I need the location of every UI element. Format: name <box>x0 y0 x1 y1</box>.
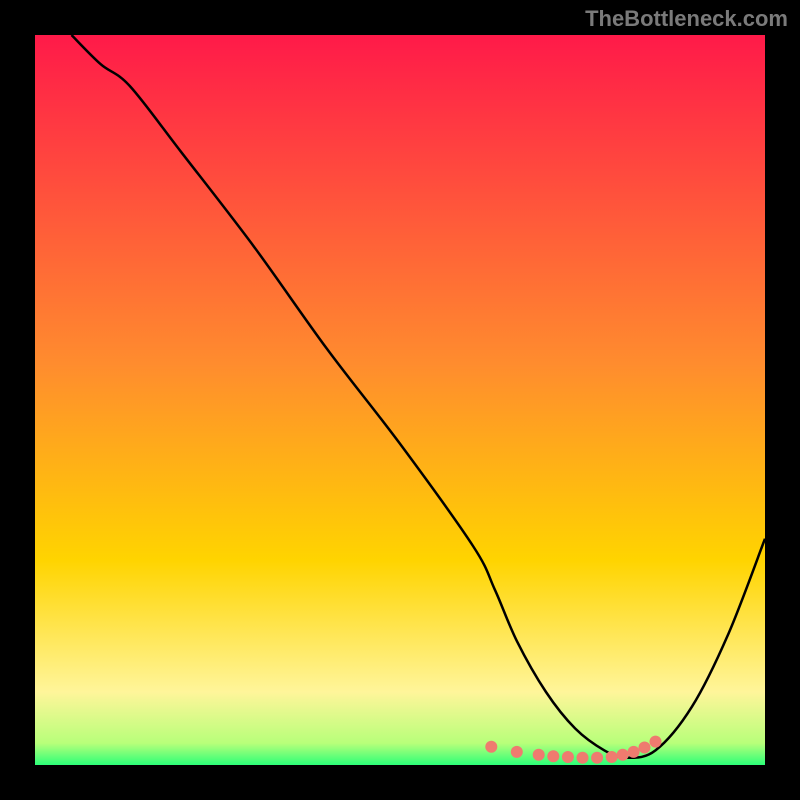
min-dot <box>547 750 559 762</box>
min-dot <box>562 751 574 763</box>
min-dot <box>577 752 589 764</box>
min-dot <box>485 741 497 753</box>
min-dot <box>606 751 618 763</box>
watermark-text: TheBottleneck.com <box>585 6 788 32</box>
chart-frame: TheBottleneck.com <box>0 0 800 800</box>
min-dot <box>591 752 603 764</box>
min-dot <box>639 742 651 754</box>
plot-area <box>35 35 765 765</box>
min-dot <box>628 746 640 758</box>
min-dot <box>617 749 629 761</box>
min-dot <box>650 736 662 748</box>
min-dot <box>511 746 523 758</box>
gradient-background <box>35 35 765 765</box>
chart-svg <box>35 35 765 765</box>
min-dot <box>533 749 545 761</box>
